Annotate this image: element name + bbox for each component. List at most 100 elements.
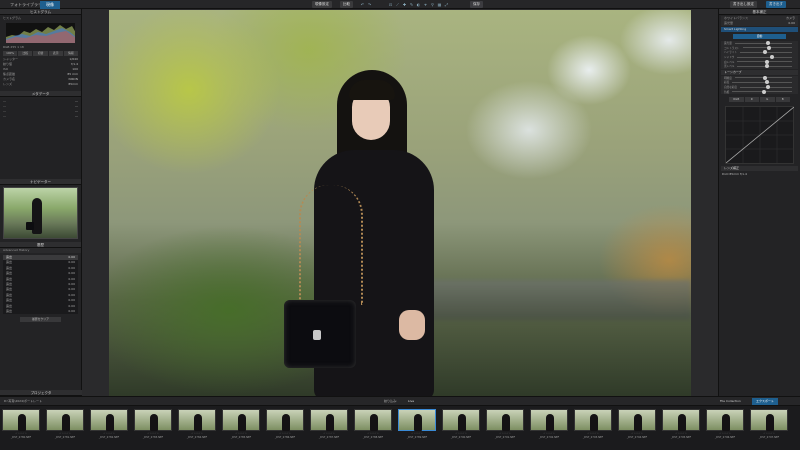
filter-value[interactable]: Live xyxy=(408,397,414,406)
zoom-icon[interactable]: ⚲ xyxy=(430,2,435,7)
smart-lighting-header[interactable]: Smart Lighting xyxy=(721,27,798,32)
slider-track[interactable] xyxy=(734,75,792,80)
slider-track[interactable] xyxy=(739,50,792,55)
curve-tab-b[interactable]: B xyxy=(775,96,790,102)
photo-bag-clasp xyxy=(313,330,321,340)
slider-track[interactable] xyxy=(742,45,792,50)
film-thumbnail[interactable]: ☆☆☆☆☆ _DST_2785.NEF xyxy=(222,409,260,447)
film-thumbnail[interactable]: ☆☆☆☆☆ _DST_2787.NEF xyxy=(310,409,348,447)
slider-track[interactable] xyxy=(732,80,792,85)
slider-knob[interactable] xyxy=(764,59,769,64)
metadata-body: ― ― ― ― ― ― ― ― xyxy=(0,99,81,179)
histogram-header[interactable]: ヒストグラム xyxy=(0,9,81,15)
history-item-value: 0.00 xyxy=(68,308,75,313)
image-viewer[interactable] xyxy=(82,9,718,397)
export-settings-button[interactable]: 書き出し設定 xyxy=(730,1,757,8)
film-thumbnail[interactable]: ☆☆☆☆☆ _DST_2786.NEF xyxy=(266,409,304,447)
film-thumbnail[interactable]: ☆☆☆☆☆ _DST_2784.NEF xyxy=(178,409,216,447)
film-thumbnail[interactable]: ☆☆☆☆☆ _DST_2794.NEF xyxy=(618,409,656,447)
file-collection-button[interactable]: File Collection xyxy=(720,397,741,406)
left-panel: ヒストグラム ヒストグラム RGB 255 1 18 100% 比較 切替 表示… xyxy=(0,9,82,396)
filter-label: 絞り込み: xyxy=(384,399,398,403)
film-thumbnail[interactable]: ☆☆☆☆☆ _DST_2781.NEF xyxy=(46,409,84,447)
exif-value: 85mm xyxy=(68,82,78,86)
tool-button-1[interactable]: 100% xyxy=(3,51,18,56)
film-thumbnail[interactable]: ☆☆☆☆☆ _DST_2792.NEF xyxy=(530,409,568,447)
auto-button[interactable]: 自動 xyxy=(733,34,786,39)
navigator-header[interactable]: ナビゲーター xyxy=(0,179,81,185)
film-thumbnail[interactable]: ☆☆☆☆☆ _DST_2796.NEF xyxy=(706,409,744,447)
curve-tab-rgb[interactable]: RGB xyxy=(729,96,744,102)
tab-develop[interactable]: 現像 xyxy=(40,1,60,9)
grid-icon[interactable]: ▦ xyxy=(437,2,442,7)
film-filename: _DST_2795.NEF xyxy=(670,436,692,439)
slider-track[interactable] xyxy=(734,41,792,46)
history-item[interactable]: 露出 0.00 xyxy=(3,309,78,314)
fullscreen-icon[interactable]: ⤢ xyxy=(444,2,449,7)
slider-label: 明瞭度 xyxy=(724,76,732,80)
slider-knob[interactable] xyxy=(762,89,767,94)
gradient-icon[interactable]: ◐ xyxy=(416,2,421,7)
redo-icon[interactable]: ↷ xyxy=(367,2,372,7)
film-thumbnail[interactable]: ☆☆☆☆☆ _DST_2788.NEF xyxy=(354,409,392,447)
eyedropper-icon[interactable]: ⌖ xyxy=(423,2,428,7)
tool-button-4[interactable]: 表示 xyxy=(48,51,63,56)
tone-curve-header[interactable]: トーンカーブ xyxy=(721,69,798,75)
slider-track[interactable] xyxy=(737,59,792,64)
film-thumbnail[interactable]: ☆☆☆☆☆ _DST_2790.NEF xyxy=(442,409,480,447)
slider-track[interactable] xyxy=(732,89,792,94)
slider-track[interactable] xyxy=(737,55,792,60)
slider-track[interactable] xyxy=(737,64,792,69)
tool-button-3[interactable]: 切替 xyxy=(33,51,48,56)
folder-path[interactable]: D:\写真\2024\ポートレート xyxy=(4,397,42,406)
tone-sliders: 明瞭度 彩度 自然な彩度 色相 xyxy=(721,75,798,94)
lens-profile-value[interactable]: DxO 85mm f/1.4 xyxy=(722,172,747,177)
slider-knob[interactable] xyxy=(764,64,769,69)
histogram-graph xyxy=(6,23,75,43)
navigator-thumbnail[interactable] xyxy=(3,187,78,239)
film-thumbnail[interactable]: ☆☆☆☆☆ _DST_2783.NEF xyxy=(134,409,172,447)
save-button[interactable]: 保存 xyxy=(470,1,483,8)
tool-button-5[interactable]: 情報 xyxy=(63,51,79,56)
tool-button-2[interactable]: 比較 xyxy=(18,51,33,56)
slider-knob[interactable] xyxy=(765,85,770,90)
basic-adjust-header[interactable]: 基本補正 xyxy=(719,9,800,15)
curve-tab-r[interactable]: R xyxy=(744,96,759,102)
main-photo[interactable] xyxy=(109,10,691,397)
exif-key: レンズ xyxy=(3,82,12,86)
film-filename: _DST_2784.NEF xyxy=(186,436,208,439)
slider-label: 彩度 xyxy=(724,81,730,85)
film-thumbnail[interactable]: ☆☆☆☆☆ _DST_2797.NEF xyxy=(750,409,788,447)
brush-icon[interactable]: ✎ xyxy=(409,2,414,7)
export-to-button[interactable]: エクスポート xyxy=(752,398,778,405)
histogram-label: ヒストグラム xyxy=(3,16,21,20)
film-thumbnail-selected[interactable]: ☆☆☆☆☆ _DST_2789.NEF xyxy=(398,409,436,447)
crop-icon[interactable]: ⊡ xyxy=(388,2,393,7)
curve-tab-g[interactable]: G xyxy=(760,96,775,102)
metadata-header[interactable]: メタデータ xyxy=(0,91,81,97)
film-filename: _DST_2782.NEF xyxy=(98,436,120,439)
film-thumbnail[interactable]: ☆☆☆☆☆ _DST_2780.NEF xyxy=(2,409,40,447)
develop-settings-button[interactable]: 現像設定 xyxy=(312,1,332,8)
repair-icon[interactable]: ✚ xyxy=(402,2,407,7)
exposure-value[interactable]: 0.00 xyxy=(788,21,795,26)
clear-history-button[interactable]: 履歴をクリア xyxy=(20,317,61,323)
slider-label: コントラスト xyxy=(724,46,740,50)
slider-row[interactable]: 黒レベル xyxy=(721,64,798,69)
film-filename: _DST_2787.NEF xyxy=(318,436,340,439)
photo-subject-bangs xyxy=(349,80,395,100)
slider-row[interactable]: 色相 xyxy=(721,89,798,94)
export-button[interactable]: 書き出す xyxy=(766,1,786,8)
slider-track[interactable] xyxy=(739,85,792,90)
tone-curve-graph[interactable] xyxy=(725,105,795,164)
lens-correction-header[interactable]: レンズ補正 xyxy=(721,165,798,171)
film-filename: _DST_2780.NEF xyxy=(10,436,32,439)
straighten-icon[interactable]: ⟋ xyxy=(395,2,400,7)
film-thumbnail[interactable]: ☆☆☆☆☆ _DST_2791.NEF xyxy=(486,409,524,447)
film-thumbnail[interactable]: ☆☆☆☆☆ _DST_2795.NEF xyxy=(662,409,700,447)
undo-icon[interactable]: ↶ xyxy=(360,2,365,7)
film-thumbnail[interactable]: ☆☆☆☆☆ _DST_2782.NEF xyxy=(90,409,128,447)
compare-button[interactable]: 比較 xyxy=(340,1,353,8)
film-thumbnail[interactable]: ☆☆☆☆☆ _DST_2793.NEF xyxy=(574,409,612,447)
light-sliders: 露光量 コントラスト ハイライト シャドウ 白レベル 黒レベル xyxy=(721,41,798,69)
